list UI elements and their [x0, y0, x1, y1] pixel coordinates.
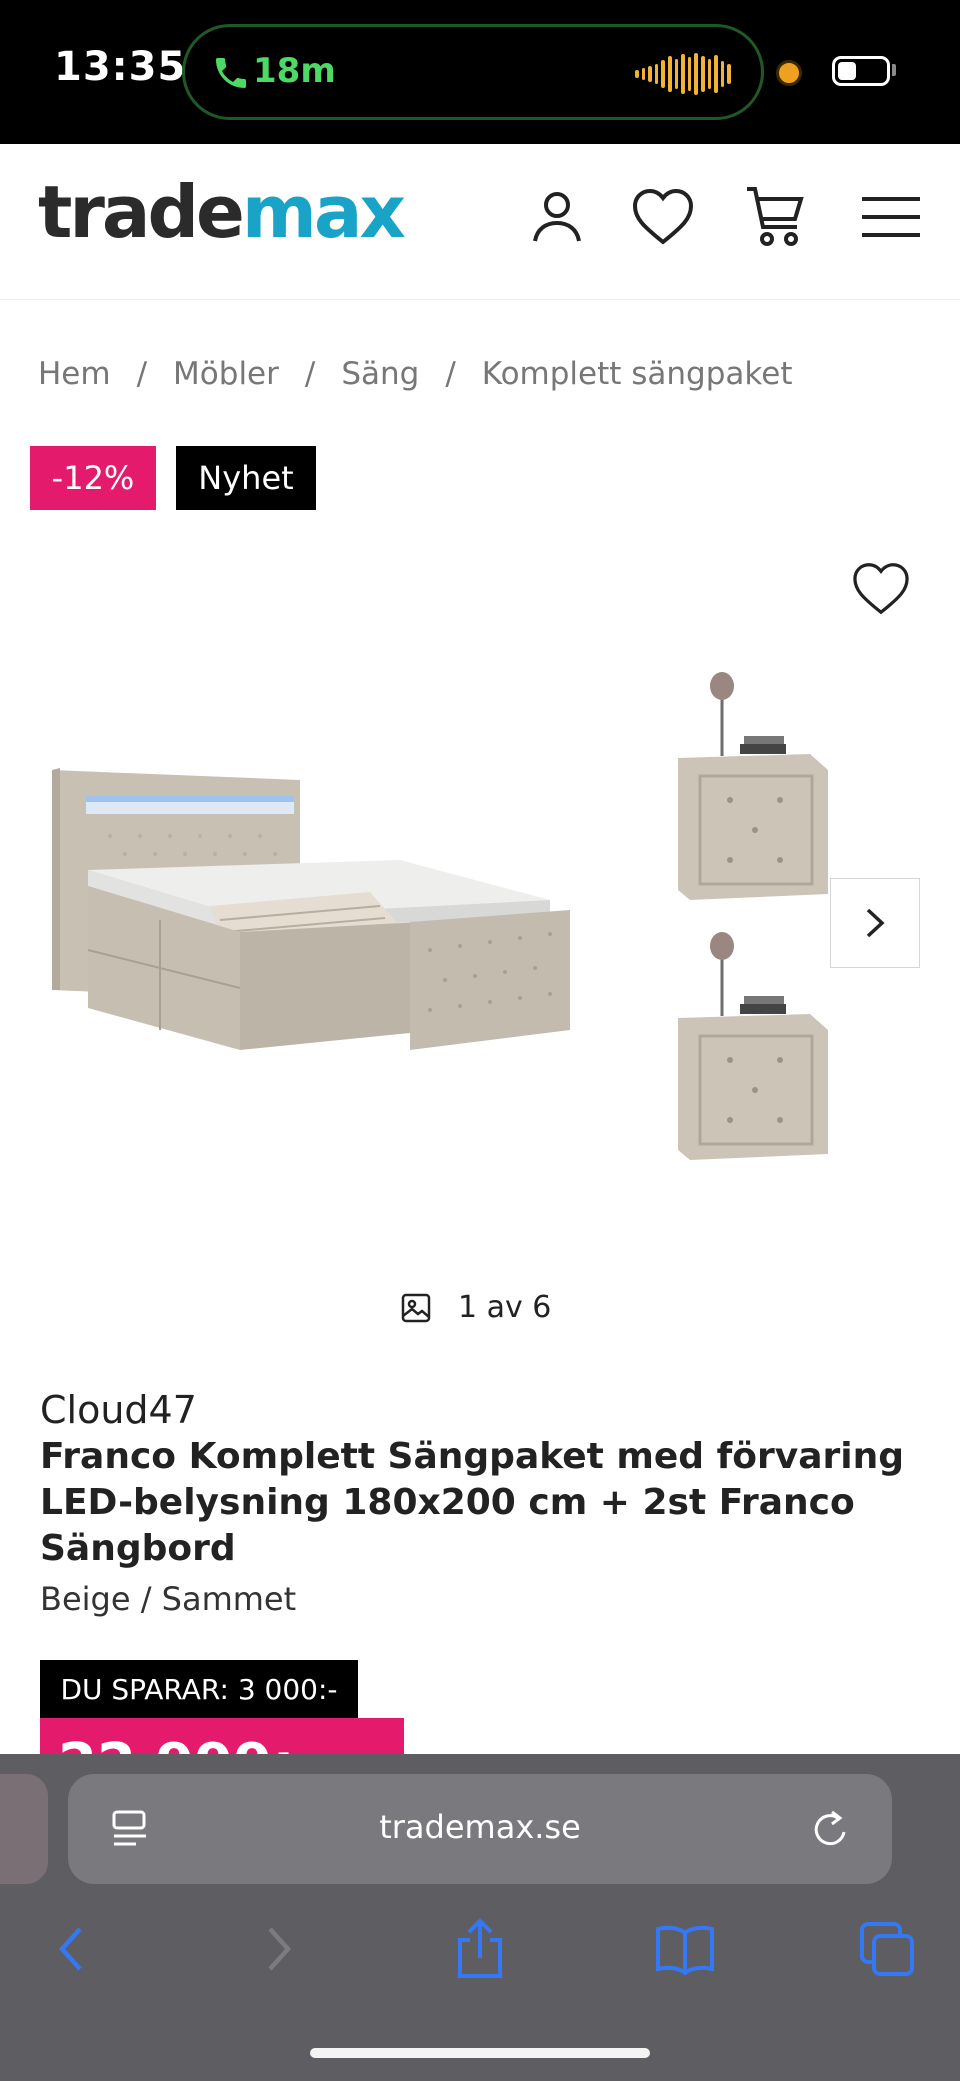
reload-icon[interactable] [808, 1806, 854, 1852]
image-icon [401, 1293, 431, 1322]
dynamic-island[interactable]: 18m [182, 24, 764, 120]
account-button[interactable] [524, 184, 590, 250]
home-indicator[interactable] [310, 2048, 650, 2058]
share-button[interactable] [445, 1914, 515, 1984]
breadcrumb-separator: / [304, 356, 316, 392]
breadcrumb-item-hem[interactable]: Hem [38, 356, 111, 392]
chevron-right-icon [866, 908, 885, 938]
savings-badge: DU SPARAR: 3 000:- [40, 1660, 358, 1718]
breadcrumb: Hem / Möbler / Säng / Komplett sängpaket [38, 356, 792, 392]
breadcrumb-item-komplett-sangpaket[interactable]: Komplett sängpaket [482, 356, 793, 392]
site-header: trademax [0, 144, 960, 300]
breadcrumb-separator: / [445, 356, 456, 392]
breadcrumb-item-sang[interactable]: Säng [341, 356, 419, 392]
heart-icon [632, 188, 694, 245]
new-badge: Nyhet [176, 446, 316, 510]
cart-icon [747, 187, 804, 246]
next-image-button[interactable] [830, 878, 920, 968]
logo-part-max: max [241, 170, 406, 254]
breadcrumb-separator: / [136, 356, 148, 392]
heart-icon [853, 563, 909, 615]
bookmarks-icon [656, 1925, 714, 1975]
microphone-indicator-icon [776, 60, 802, 86]
discount-badge: -12% [30, 446, 156, 510]
logo-part-trade: trade [38, 170, 245, 254]
previous-tab-preview[interactable] [0, 1774, 48, 1884]
product-brand[interactable]: Cloud47 [40, 1388, 197, 1432]
product-image-nightstand [678, 672, 828, 900]
tabs-icon [860, 1922, 914, 1976]
product-gallery[interactable] [0, 530, 960, 1270]
product-title: Franco Komplett Sängpaket med förvaring … [40, 1436, 904, 1569]
menu-icon [862, 197, 920, 237]
url-text: trademax.se [379, 1808, 581, 1846]
menu-button[interactable] [858, 184, 924, 250]
address-bar[interactable]: trademax.se [68, 1774, 892, 1884]
trademax-logo[interactable]: trademax [38, 176, 406, 248]
product-variant: Beige / Sammet [40, 1580, 297, 1618]
wishlist-button[interactable] [630, 184, 696, 250]
phone-icon [216, 58, 246, 88]
bookmarks-button[interactable] [650, 1914, 720, 1984]
product-image-bed [52, 768, 570, 1050]
status-bar: 13:35 18m [0, 0, 960, 144]
account-icon [533, 192, 581, 242]
image-counter-text: 1 av 6 [458, 1290, 552, 1325]
call-duration: 18m [253, 51, 336, 91]
cart-button[interactable] [742, 184, 808, 250]
back-icon [58, 1927, 82, 1971]
tabs-button[interactable] [852, 1914, 922, 1984]
breadcrumb-item-mobler[interactable]: Möbler [173, 356, 279, 392]
image-counter[interactable]: 1 av 6 [400, 1290, 551, 1325]
add-to-wishlist-button[interactable] [846, 554, 916, 624]
forward-button[interactable] [244, 1914, 314, 1984]
share-icon [458, 1918, 502, 1978]
audio-waveform-icon [635, 53, 731, 95]
browser-toolbar: trademax.se [0, 1754, 960, 2081]
status-time: 13:35 [54, 44, 187, 90]
back-button[interactable] [36, 1914, 106, 1984]
forward-icon [268, 1927, 292, 1971]
product-image-nightstand [678, 932, 828, 1160]
battery-icon [832, 56, 890, 86]
